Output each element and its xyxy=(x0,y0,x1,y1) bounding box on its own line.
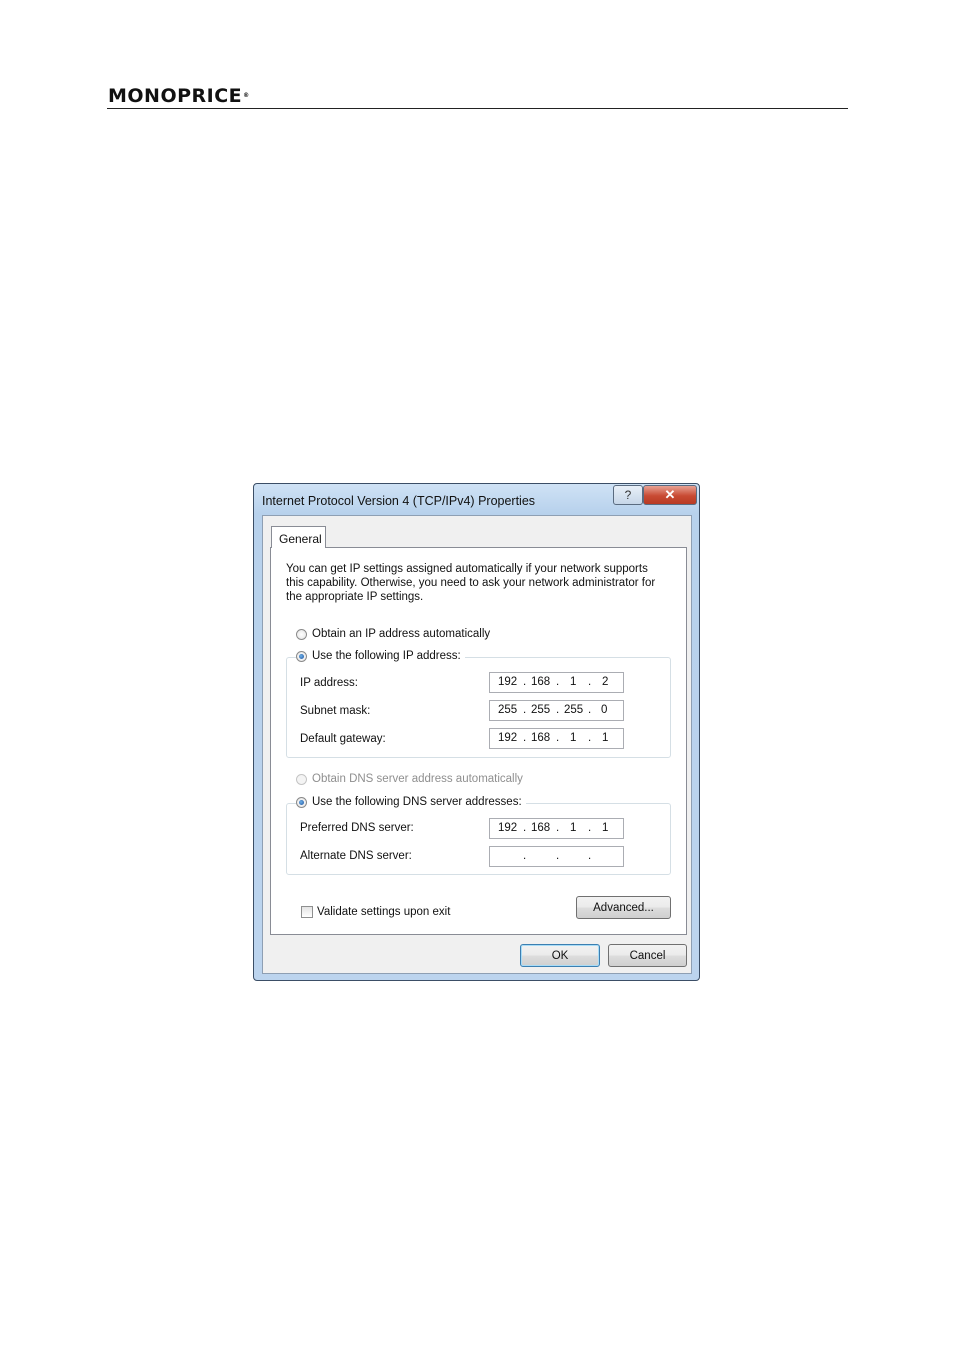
dot: . xyxy=(588,704,592,716)
tcpipv4-properties-dialog: Internet Protocol Version 4 (TCP/IPv4) P… xyxy=(253,483,700,981)
ip-auto-option[interactable]: Obtain an IP address automatically xyxy=(296,628,490,640)
octet: 192 xyxy=(498,732,518,744)
close-icon: ✕ xyxy=(664,487,676,502)
ip-manual-label: Use the following IP address: xyxy=(312,650,461,662)
close-button[interactable]: ✕ xyxy=(643,485,697,505)
dns-manual-option[interactable]: Use the following DNS server addresses: xyxy=(296,796,526,808)
octet: 168 xyxy=(531,732,551,744)
octet: 1 xyxy=(570,732,577,744)
dot: . xyxy=(556,850,560,862)
dot: . xyxy=(556,732,560,744)
octet: 1 xyxy=(602,732,609,744)
octet: 0 xyxy=(601,704,608,716)
dot: . xyxy=(556,704,560,716)
preferred-dns-label: Preferred DNS server: xyxy=(300,822,414,834)
ip-manual-radio[interactable] xyxy=(296,650,307,662)
dialog-body: General You can get IP settings assigned… xyxy=(262,515,692,974)
dot: . xyxy=(588,850,592,862)
ip-auto-radio[interactable] xyxy=(296,628,307,640)
dot: . xyxy=(523,704,527,716)
octet: 255 xyxy=(498,704,518,716)
description-text: You can get IP settings assigned automat… xyxy=(286,563,656,603)
octet: 255 xyxy=(564,704,584,716)
dot: . xyxy=(523,822,527,834)
validate-label: Validate settings upon exit xyxy=(317,906,451,918)
dot: . xyxy=(556,676,560,688)
dot: . xyxy=(588,676,592,688)
dns-manual-radio[interactable] xyxy=(296,796,307,808)
default-gateway-input[interactable]: 192 . 168 . 1 . 1 xyxy=(489,728,624,749)
tab-general[interactable]: General xyxy=(271,526,326,548)
octet: 192 xyxy=(498,822,518,834)
alternate-dns-input[interactable]: . . . xyxy=(489,846,624,867)
cancel-button[interactable]: Cancel xyxy=(608,944,687,967)
octet: 168 xyxy=(531,822,551,834)
octet: 192 xyxy=(498,676,518,688)
ok-button[interactable]: OK xyxy=(520,944,600,967)
ip-manual-option[interactable]: Use the following IP address: xyxy=(296,650,465,662)
dns-auto-option: Obtain DNS server address automatically xyxy=(296,773,523,785)
octet: 2 xyxy=(602,676,609,688)
subnet-mask-input[interactable]: 255 . 255 . 255 . 0 xyxy=(489,700,624,721)
alternate-dns-label: Alternate DNS server: xyxy=(300,850,412,862)
dialog-title: Internet Protocol Version 4 (TCP/IPv4) P… xyxy=(262,494,536,508)
dns-manual-label: Use the following DNS server addresses: xyxy=(312,796,522,808)
dns-auto-label: Obtain DNS server address automatically xyxy=(312,773,523,785)
dot: . xyxy=(588,822,592,834)
help-button[interactable]: ? xyxy=(613,485,643,505)
dns-auto-radio xyxy=(296,773,307,785)
ip-address-input[interactable]: 192 . 168 . 1 . 2 xyxy=(489,672,624,693)
ip-address-label: IP address: xyxy=(300,677,358,689)
validate-checkbox[interactable] xyxy=(301,906,313,918)
octet: 168 xyxy=(531,676,551,688)
dot: . xyxy=(523,732,527,744)
octet: 255 xyxy=(531,704,551,716)
question-mark-icon: ? xyxy=(624,488,632,502)
header-divider xyxy=(107,108,848,109)
preferred-dns-input[interactable]: 192 . 168 . 1 . 1 xyxy=(489,818,624,839)
ip-auto-label: Obtain an IP address automatically xyxy=(312,628,491,640)
monoprice-logo: MONOPRICE® xyxy=(108,85,250,107)
octet: 1 xyxy=(570,822,577,834)
octet: 1 xyxy=(570,676,577,688)
general-tab-panel: You can get IP settings assigned automat… xyxy=(270,547,687,935)
subnet-mask-label: Subnet mask: xyxy=(300,705,371,717)
octet: 1 xyxy=(602,822,609,834)
default-gateway-label: Default gateway: xyxy=(300,733,386,745)
advanced-button[interactable]: Advanced... xyxy=(576,896,671,919)
validate-option[interactable]: Validate settings upon exit xyxy=(301,906,450,918)
title-bar[interactable]: Internet Protocol Version 4 (TCP/IPv4) P… xyxy=(254,484,699,516)
dot: . xyxy=(556,822,560,834)
dot: . xyxy=(523,850,527,862)
dot: . xyxy=(523,676,527,688)
dot: . xyxy=(588,732,592,744)
